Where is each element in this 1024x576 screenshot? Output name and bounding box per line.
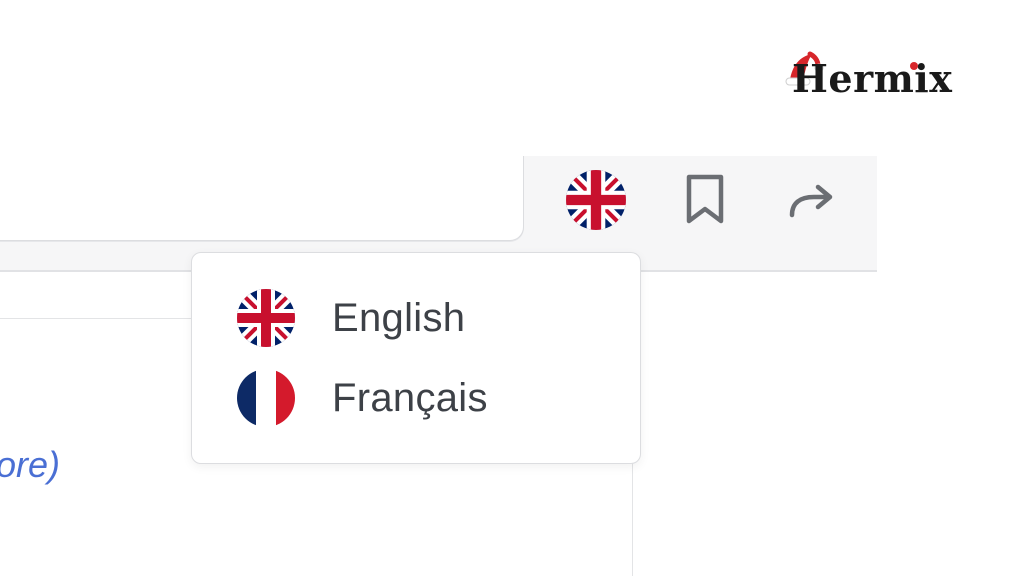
bookmark-button[interactable] xyxy=(680,172,730,228)
search-input[interactable] xyxy=(0,156,524,241)
uk-flag-icon xyxy=(236,288,296,348)
bookmark-icon xyxy=(686,174,724,224)
language-option-french[interactable]: Français xyxy=(236,367,616,429)
language-menu: English Français xyxy=(191,252,641,464)
screen: Hermix ore) English Français xyxy=(0,0,1024,576)
brand-accent-dot xyxy=(910,62,918,70)
language-option-label: Français xyxy=(332,375,488,420)
uk-flag-icon xyxy=(565,169,627,231)
share-button[interactable] xyxy=(782,176,840,226)
brand-name: Hermix xyxy=(792,56,953,101)
more-link[interactable]: ore) xyxy=(0,444,60,486)
language-option-english[interactable]: English xyxy=(236,287,616,349)
language-button[interactable] xyxy=(564,168,628,232)
share-arrow-icon xyxy=(789,184,833,218)
language-option-label: English xyxy=(332,295,466,340)
brand-logo: Hermix xyxy=(784,50,954,110)
france-flag-icon xyxy=(236,368,296,428)
